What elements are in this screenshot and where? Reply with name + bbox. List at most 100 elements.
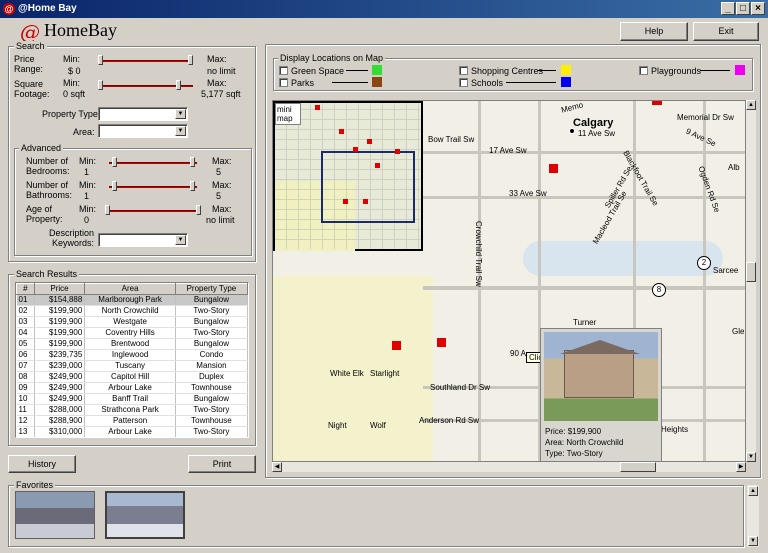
print-button[interactable]: Print — [188, 455, 256, 473]
table-cell: 03 — [16, 316, 35, 328]
age-max-handle[interactable] — [196, 205, 201, 215]
table-cell: $199,900 — [34, 327, 86, 339]
parks-swatch — [372, 77, 382, 87]
favorites-scrollbar[interactable]: ▲ ▼ — [747, 485, 759, 547]
property-marker[interactable] — [392, 341, 401, 350]
table-row[interactable]: 04 $199,900 Coventry Hills Two-Story — [16, 327, 248, 339]
column-header[interactable]: Area — [84, 283, 176, 295]
table-row[interactable]: 05 $199,900 Brentwood Bungalow — [16, 338, 248, 350]
city-dot-icon — [569, 128, 575, 134]
playgrounds-swatch — [735, 65, 745, 75]
minimize-button[interactable]: _ — [721, 2, 735, 15]
price-slider[interactable] — [98, 60, 193, 62]
map-label: Crowchild Trail Sw — [474, 221, 483, 287]
mini-map-viewport[interactable] — [321, 151, 415, 223]
exit-button[interactable]: Exit — [693, 22, 759, 41]
table-row[interactable]: 10 $249,900 Banff Trail Bungalow — [16, 393, 248, 405]
table-row[interactable]: 09 $249,900 Arbour Lake Townhouse — [16, 382, 248, 394]
results-legend: Search Results — [14, 269, 80, 279]
scroll-down-icon[interactable]: ▼ — [748, 536, 758, 546]
app-icon: @ — [3, 3, 15, 15]
table-cell: Banff Trail — [84, 393, 176, 405]
table-cell: Townhouse — [175, 415, 248, 427]
playgrounds-checkbox[interactable] — [639, 66, 648, 75]
table-row[interactable]: 11 $288,000 Strathcona Park Two-Story — [16, 404, 248, 416]
map-label: 90 A — [510, 349, 527, 358]
bedrooms-max-handle[interactable] — [190, 157, 195, 167]
scroll-right-icon[interactable]: ▶ — [736, 462, 746, 472]
table-row[interactable]: 06 $239,735 Inglewood Condo — [16, 349, 248, 361]
chevron-down-icon[interactable]: ▼ — [175, 109, 186, 119]
chevron-down-icon[interactable]: ▼ — [175, 126, 186, 136]
bedrooms-min-handle[interactable] — [112, 157, 117, 167]
column-header[interactable]: Price — [33, 283, 86, 295]
map-horizontal-scrollbar[interactable]: ◀ ▶ — [272, 462, 746, 472]
property-marker[interactable] — [652, 101, 662, 105]
parks-line — [332, 82, 368, 83]
bathrooms-min-label: Min: — [79, 180, 97, 190]
table-cell: Bungalow — [175, 338, 248, 350]
age-slider[interactable] — [105, 210, 200, 212]
bedrooms-slider[interactable] — [109, 162, 197, 164]
column-header[interactable]: # — [16, 283, 35, 295]
bathrooms-max-handle[interactable] — [190, 181, 195, 191]
mini-map[interactable]: mini map — [273, 101, 423, 251]
sqft-max-handle[interactable] — [176, 80, 181, 90]
favorite-thumbnail[interactable] — [105, 491, 185, 539]
scroll-up-icon[interactable]: ▲ — [748, 486, 758, 496]
maximize-button[interactable]: □ — [736, 2, 750, 15]
table-row[interactable]: 12 $288,900 Patterson Townhouse — [16, 415, 248, 427]
age-min-handle[interactable] — [105, 205, 110, 215]
table-cell: Arbour Lake — [84, 382, 176, 394]
scroll-left-icon[interactable]: ◀ — [272, 462, 282, 472]
price-max-handle[interactable] — [188, 55, 193, 65]
property-marker[interactable] — [549, 164, 558, 173]
map-view[interactable]: Memo Calgary 11 Ave Sw Bow Trail Sw 17 A… — [272, 100, 746, 462]
keywords-select[interactable]: ▼ — [98, 233, 188, 247]
table-cell: 04 — [16, 327, 35, 339]
table-cell: $239,735 — [34, 349, 86, 361]
column-header[interactable]: Property Type — [174, 283, 248, 295]
shopping-checkbox[interactable] — [459, 66, 468, 75]
table-cell: 01 — [16, 294, 35, 306]
close-button[interactable]: × — [751, 2, 765, 15]
bathrooms-max-label: Max: — [212, 180, 232, 190]
bedrooms-max-value: 5 — [216, 167, 222, 177]
green-space-checkbox[interactable] — [279, 66, 288, 75]
map-label: 9 Ave Se — [684, 126, 718, 149]
table-row[interactable]: 03 $199,900 Westgate Bungalow — [16, 316, 248, 328]
price-min-handle[interactable] — [98, 55, 103, 65]
window-title: @Home Bay — [18, 3, 77, 14]
playgrounds-line — [700, 70, 730, 71]
history-button[interactable]: History — [8, 455, 76, 473]
table-cell: Westgate — [84, 316, 176, 328]
table-row[interactable]: 07 $239,000 Tuscany Mansion — [16, 360, 248, 372]
table-cell: $239,000 — [34, 360, 86, 372]
parks-checkbox[interactable] — [279, 78, 288, 87]
scroll-thumb[interactable] — [620, 462, 656, 472]
route-marker: 8 — [652, 283, 666, 297]
age-label: Age of Property: — [26, 204, 63, 224]
property-marker[interactable] — [437, 338, 446, 347]
sqft-min-handle[interactable] — [98, 80, 103, 90]
table-row[interactable]: 08 $249,900 Capitol Hill Duplex — [16, 371, 248, 383]
map-vertical-scrollbar[interactable]: ▲ ▼ — [746, 100, 756, 462]
scroll-up-icon[interactable]: ▲ — [746, 100, 756, 110]
favorite-thumbnail[interactable] — [15, 491, 95, 539]
bathrooms-slider[interactable] — [109, 186, 197, 188]
table-row[interactable]: 02 $199,900 North Crowchild Two-Story — [16, 305, 248, 317]
property-type-select[interactable]: ▼ — [98, 107, 188, 121]
bathrooms-min-handle[interactable] — [112, 181, 117, 191]
display-legend: Display Locations on Map — [278, 53, 386, 63]
age-min-value: 0 — [84, 215, 90, 225]
scroll-down-icon[interactable]: ▼ — [746, 452, 756, 462]
scroll-thumb[interactable] — [746, 262, 756, 282]
help-button[interactable]: Help — [620, 22, 688, 41]
table-row[interactable]: 01 $154,888 Marlborough Park Bungalow — [16, 294, 248, 306]
chevron-down-icon[interactable]: ▼ — [175, 235, 186, 245]
schools-checkbox[interactable] — [459, 78, 468, 87]
area-select[interactable]: ▼ — [98, 124, 188, 138]
popup-price: $199,900 — [567, 427, 602, 436]
property-popup[interactable]: Price: $199,900 Area: North Crowchild Ty… — [540, 328, 662, 461]
table-row[interactable]: 13 $310,000 Arbour Lake Two-Story — [16, 426, 248, 437]
